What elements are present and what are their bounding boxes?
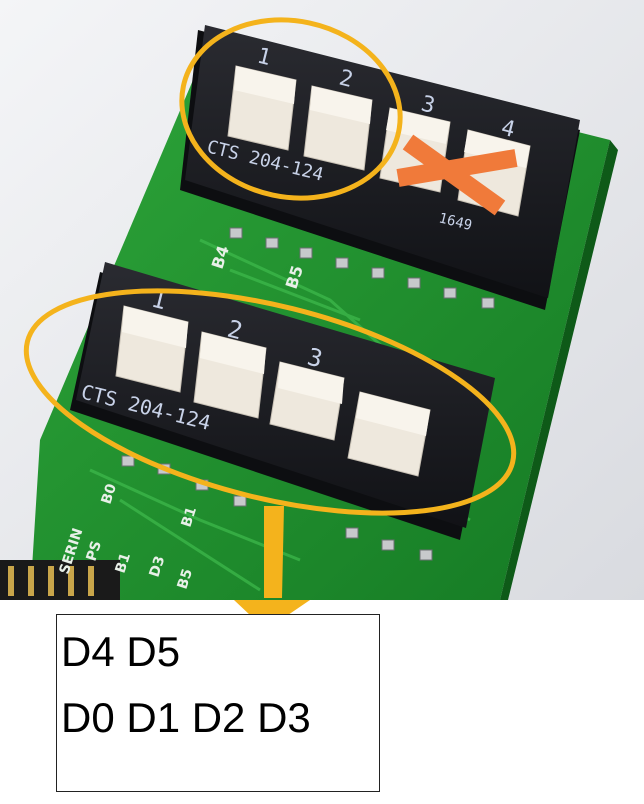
- label-box: D4 D5 D0 D1 D2 D3: [56, 614, 380, 792]
- label-line-2: D0 D1 D2 D3: [61, 694, 311, 741]
- pcb-photo: B4 B5 SERIN B0 PS B1 B1 D3 B5 1 2 3 4 CT…: [0, 0, 644, 600]
- label-line-1: D4 D5: [61, 628, 181, 675]
